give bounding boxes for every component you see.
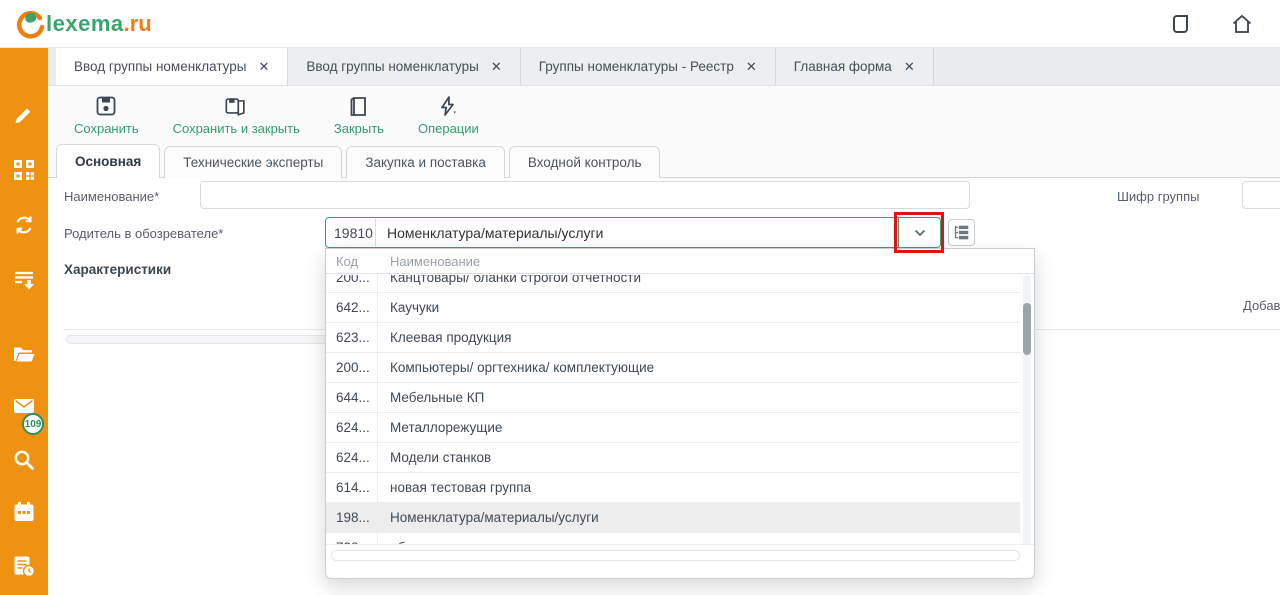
group-code-input[interactable] — [1242, 181, 1280, 209]
list-item-selected[interactable]: 198... Номенклатура/материалы/услуги — [326, 503, 1020, 533]
list-item[interactable]: 614... новая тестовая группа — [326, 473, 1020, 503]
calendar-icon[interactable] — [12, 500, 36, 524]
tab-vvod-gruppy-nomenklatury-1[interactable]: Ввод группы номенклатуры ✕ — [56, 48, 288, 85]
form-subtabs: Основная Технические эксперты Закупка и … — [48, 143, 1280, 178]
dropdown-horizontal-scrollbar[interactable] — [331, 550, 1020, 561]
dropdown-rows-viewport: 200... Канцтовары/ бланки строгой отчетн… — [326, 275, 1020, 545]
list-item[interactable]: 623... Клеевая продукция — [326, 323, 1020, 353]
tab-vvod-gruppy-nomenklatury-2[interactable]: Ввод группы номенклатуры ✕ — [288, 48, 520, 85]
home-icon[interactable] — [1230, 12, 1254, 36]
parent-code-value: 19810 — [326, 218, 376, 247]
list-item[interactable]: 644... Мебельные КП — [326, 383, 1020, 413]
search-icon[interactable] — [12, 448, 36, 472]
operations-label: Операции — [418, 121, 479, 136]
app-header: lexema.ru — [0, 0, 1280, 48]
edit-pencil-icon[interactable] — [12, 103, 36, 127]
logo-domain: .ru — [124, 11, 152, 37]
open-tree-browser-button[interactable] — [948, 219, 975, 246]
subtab-tehnicheskie-eksperty[interactable]: Технические эксперты — [164, 146, 342, 178]
close-door-icon — [347, 94, 371, 118]
tab-gruppy-nomenklatury-reestr[interactable]: Группы номенклатуры - Реестр ✕ — [521, 48, 776, 85]
column-header-code: Код — [326, 254, 378, 269]
tree-hierarchy-icon — [953, 224, 970, 241]
operations-lightning-icon — [436, 94, 460, 118]
tab-glavnaya-forma[interactable]: Главная форма ✕ — [776, 48, 934, 85]
folder-icon[interactable] — [12, 342, 36, 366]
parent-dropdown-panel: Код Наименование 200... Канцтовары/ блан… — [325, 248, 1035, 579]
sync-refresh-icon[interactable] — [12, 213, 36, 237]
operations-button[interactable]: Операции — [418, 94, 479, 136]
annotation-red-highlight — [894, 212, 944, 253]
tab-label: Главная форма — [794, 59, 892, 74]
save-and-close-label: Сохранить и закрыть — [173, 121, 300, 136]
close-icon[interactable]: ✕ — [904, 59, 915, 75]
characteristics-section-label: Характеристики — [64, 262, 171, 277]
left-sidebar: 109 — [0, 48, 48, 595]
list-item[interactable]: 200... Компьютеры/ оргтехника/ комплекту… — [326, 353, 1020, 383]
save-and-close-icon — [224, 94, 248, 118]
group-code-label: Шифр группы — [1117, 189, 1199, 204]
close-button[interactable]: Закрыть — [334, 94, 384, 136]
journal-scroll-icon[interactable] — [1168, 12, 1192, 36]
parent-combobox[interactable]: 19810 Номенклатура/материалы/услуги — [325, 217, 941, 248]
dropdown-footer — [326, 544, 1034, 578]
save-and-close-button[interactable]: Сохранить и закрыть — [173, 94, 300, 136]
close-icon[interactable]: ✕ — [258, 59, 269, 75]
form-toolbar: Сохранить Сохранить и закрыть Закрыть Оп… — [48, 86, 1280, 143]
report-list-icon[interactable] — [12, 268, 36, 292]
window-tabs: Ввод группы номенклатуры ✕ Ввод группы н… — [48, 48, 1280, 86]
add-characteristic-button[interactable]: Добав — [1243, 298, 1280, 313]
lexema-logo-icon — [12, 7, 46, 41]
subtab-label: Основная — [75, 154, 141, 169]
header-icons — [1168, 0, 1254, 48]
column-header-name: Наименование — [378, 254, 480, 269]
tab-label: Группы номенклатуры - Реестр — [539, 59, 734, 74]
subtab-label: Технические эксперты — [183, 155, 323, 170]
report-clock-icon[interactable] — [12, 554, 36, 578]
subtab-osnovnaya[interactable]: Основная — [56, 144, 160, 178]
save-button[interactable]: Сохранить — [74, 94, 139, 136]
list-item[interactable]: 624... Металлорежущие — [326, 413, 1020, 443]
subtab-vhodnoy-kontrol[interactable]: Входной контроль — [509, 146, 661, 178]
parent-text-value: Номенклатура/материалы/услуги — [376, 218, 898, 247]
dropdown-vertical-scrollbar-thumb[interactable] — [1023, 303, 1031, 355]
mail-badge[interactable]: 109 — [22, 413, 44, 435]
list-item[interactable]: 624... Модели станков — [326, 443, 1020, 473]
subtab-label: Входной контроль — [528, 155, 642, 170]
save-label: Сохранить — [74, 121, 139, 136]
subtab-label: Закупка и поставка — [365, 155, 486, 170]
name-input[interactable] — [200, 181, 970, 209]
close-icon[interactable]: ✕ — [491, 59, 502, 75]
lexema-logo[interactable]: lexema.ru — [12, 7, 152, 41]
list-item[interactable]: 642... Каучуки — [326, 293, 1020, 323]
name-field-label: Наименование* — [64, 189, 159, 204]
subtab-zakupka-i-postavka[interactable]: Закупка и поставка — [346, 146, 505, 178]
logo-text: lexema — [46, 11, 124, 37]
parent-field-label: Родитель в обозревателе* — [64, 226, 223, 241]
save-icon — [94, 94, 118, 118]
tab-label: Ввод группы номенклатуры — [306, 59, 478, 74]
close-label: Закрыть — [334, 121, 384, 136]
tab-label: Ввод группы номенклатуры — [74, 59, 246, 74]
list-item[interactable]: 200... Канцтовары/ бланки строгой отчетн… — [326, 275, 1020, 293]
qr-code-icon[interactable] — [12, 158, 36, 182]
close-icon[interactable]: ✕ — [746, 59, 757, 75]
